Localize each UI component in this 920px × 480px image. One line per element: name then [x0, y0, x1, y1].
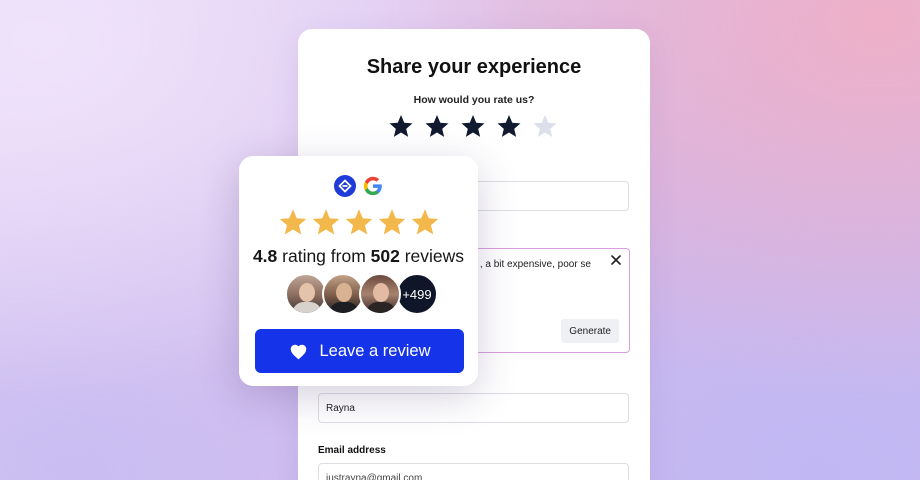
- rating-star-5[interactable]: [532, 113, 558, 139]
- rate-question: How would you rate us?: [413, 94, 535, 106]
- more-reviewers-badge: +499: [396, 273, 438, 315]
- rating-value: 4.8: [252, 246, 278, 266]
- heart-icon: [289, 343, 308, 360]
- review-text: , a bit expensive, poor se: [479, 259, 591, 270]
- rating-star-2[interactable]: [424, 113, 450, 139]
- rating-mid-text: rating from: [277, 246, 371, 266]
- generate-button[interactable]: Generate: [561, 319, 619, 343]
- aggregate-star-3: [344, 207, 374, 237]
- email-input[interactable]: justrayna@gmail.com: [318, 463, 629, 480]
- clear-icon[interactable]: [609, 253, 623, 267]
- brand-logo-icon: [333, 175, 356, 197]
- leave-review-button[interactable]: Leave a review: [255, 329, 464, 373]
- google-logo-icon: [362, 175, 384, 197]
- rating-summary: 4.8 rating from 502 reviews: [239, 246, 478, 267]
- aggregate-star-2: [311, 207, 341, 237]
- aggregate-star-1: [278, 207, 308, 237]
- reviewer-avatars: +499: [285, 273, 438, 315]
- logo-row: [239, 175, 478, 197]
- leave-review-label: Leave a review: [319, 341, 431, 360]
- form-title: Share your experience: [366, 56, 582, 78]
- avatar: [322, 273, 364, 315]
- rating-suffix-text: reviews: [399, 246, 465, 266]
- email-label: Email address: [318, 445, 386, 456]
- rating-star-1[interactable]: [388, 113, 414, 139]
- avatar: [359, 273, 401, 315]
- aggregate-star-4: [377, 207, 407, 237]
- aggregate-stars: [239, 207, 478, 237]
- avatar: [285, 273, 327, 315]
- aggregate-star-5: [410, 207, 440, 237]
- rating-stars: [388, 113, 558, 139]
- rating-star-4[interactable]: [496, 113, 522, 139]
- rating-star-3[interactable]: [460, 113, 486, 139]
- name-input[interactable]: Rayna: [318, 393, 629, 423]
- review-widget-card: 4.8 rating from 502 reviews +499 Leave a…: [239, 156, 478, 386]
- review-count: 502: [370, 246, 400, 266]
